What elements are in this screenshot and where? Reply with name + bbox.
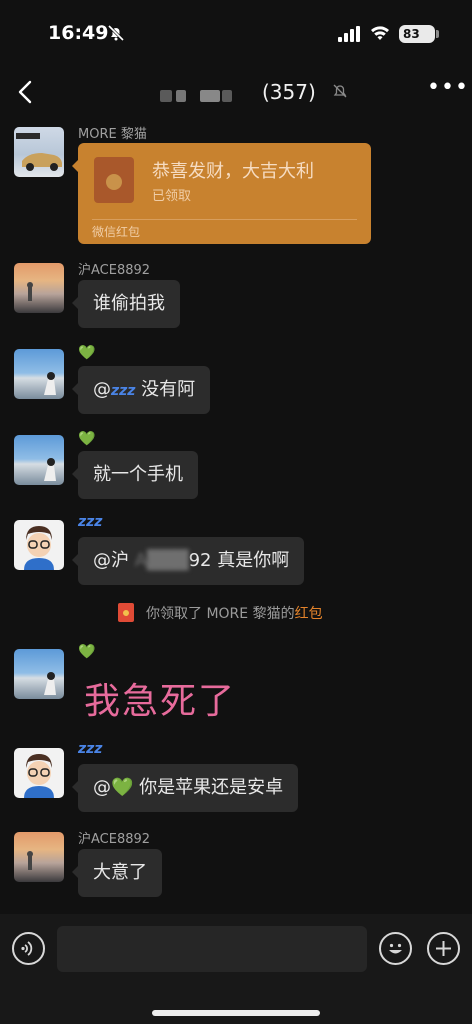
message-text: 92 真是你啊 (188, 550, 290, 571)
avatar[interactable] (14, 832, 64, 882)
message-text: 谁偷拍我 (93, 293, 165, 314)
avatar[interactable] (14, 649, 64, 699)
message-text: 没有阿 (135, 379, 196, 400)
redacted-text: A███ (134, 550, 189, 571)
chat-header: (357) ••• (0, 66, 472, 122)
battery-icon: 83 (399, 25, 439, 43)
sender-name: 沪ACE8892 (78, 263, 151, 278)
group-name-redacted (160, 86, 232, 104)
system-text: 你领取了 MORE 黎猫的 (146, 606, 295, 622)
back-icon[interactable] (14, 78, 38, 106)
wifi-icon (371, 26, 389, 40)
message-bubble[interactable]: @💚 你是苹果还是安卓 (71, 764, 299, 812)
message-text: 你是苹果还是安卓 (133, 777, 284, 798)
red-packet-icon (118, 603, 134, 622)
emoji-icon[interactable] (379, 932, 412, 965)
avatar[interactable] (14, 263, 64, 313)
member-count: (357) (262, 80, 316, 104)
message-bubble[interactable]: 谁偷拍我 (72, 280, 180, 328)
avatar[interactable] (14, 435, 64, 485)
sender-heart-icon: 💚 (78, 345, 96, 361)
zzz-icon: zzz (111, 383, 136, 399)
sender-name: MORE 黎猫 (78, 127, 147, 142)
message-text: 大意了 (93, 862, 147, 883)
status-time: 16:49 (48, 22, 109, 44)
sender-heart-icon: 💚 (78, 644, 96, 660)
red-packet-footer: 微信红包 (92, 225, 141, 239)
sender-zzz-icon: zzz (78, 741, 103, 757)
message-bubble[interactable]: 大意了 (72, 849, 162, 897)
plus-icon[interactable] (427, 932, 460, 965)
message-bubble[interactable]: 就一个手机 (72, 451, 198, 499)
mute-icon (333, 84, 347, 98)
large-message-text[interactable]: 我急死了 (84, 672, 236, 724)
avatar[interactable] (14, 127, 64, 177)
heart-icon: 💚 (111, 777, 134, 798)
sender-name: 沪ACE8892 (78, 832, 151, 847)
input-bar (0, 914, 472, 1024)
mention-prefix: @沪 (93, 550, 135, 571)
red-packet-link[interactable]: 红包 (295, 606, 323, 622)
message-bubble[interactable]: @沪 A███92 真是你啊 (71, 537, 305, 585)
avatar[interactable] (14, 349, 64, 399)
home-indicator (152, 1010, 320, 1016)
system-notice: 你领取了 MORE 黎猫的红包 (118, 603, 323, 625)
mention-at: @ (93, 379, 111, 400)
red-packet-title: 恭喜发财，大吉大利 (152, 161, 314, 182)
more-icon[interactable]: ••• (427, 77, 468, 102)
message-input[interactable] (57, 926, 367, 972)
red-packet-card[interactable]: 恭喜发财，大吉大利 已领取 微信红包 (72, 143, 371, 244)
divider (92, 219, 357, 220)
avatar[interactable] (14, 748, 64, 798)
message-text: 就一个手机 (93, 464, 183, 485)
voice-icon[interactable] (12, 932, 45, 965)
message-bubble[interactable]: @zzz 没有阿 (71, 366, 211, 414)
mention-at: @ (93, 777, 111, 798)
signal-icon (338, 26, 360, 42)
red-packet-icon (94, 157, 134, 203)
sender-heart-icon: 💚 (78, 431, 96, 447)
red-packet-status: 已领取 (152, 189, 192, 204)
status-bar: 16:49 83 (0, 0, 472, 66)
sender-zzz-icon: zzz (78, 514, 103, 530)
avatar[interactable] (14, 520, 64, 570)
bell-slash-icon (107, 24, 125, 42)
